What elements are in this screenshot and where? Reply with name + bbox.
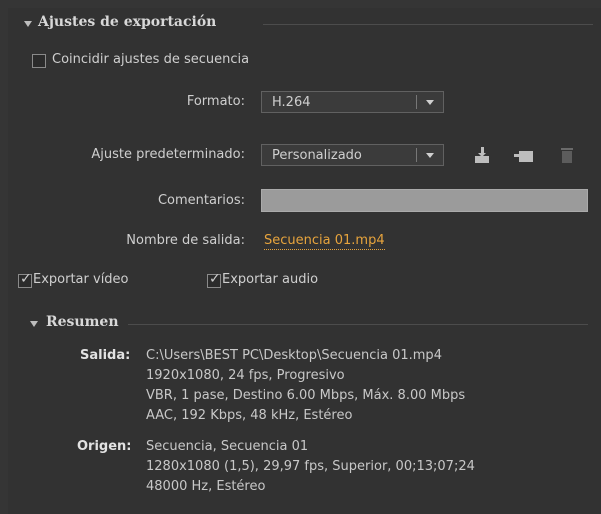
comments-field[interactable] <box>261 189 588 212</box>
output-name-label: Nombre de salida: <box>126 233 245 248</box>
source-line-3: 48000 Hz, Estéreo <box>146 479 266 494</box>
preset-select[interactable]: Personalizado <box>261 144 444 166</box>
collapse-triangle-icon[interactable] <box>30 321 38 327</box>
format-label: Formato: <box>186 94 245 109</box>
output-line-4: AAC, 192 Kbps, 48 kHz, Estéreo <box>146 408 353 423</box>
format-value: H.264 <box>272 95 311 110</box>
output-name-value: Secuencia 01.mp4 <box>264 233 385 250</box>
output-line-1: C:\Users\BEST PC\Desktop\Secuencia 01.mp… <box>146 348 442 363</box>
match-sequence-checkbox[interactable] <box>32 54 46 68</box>
chevron-down-icon <box>426 153 434 158</box>
save-preset-icon[interactable] <box>472 145 492 165</box>
section-divider <box>128 324 588 325</box>
chevron-down-icon <box>426 100 434 105</box>
export-audio-label: Exportar audio <box>222 272 319 287</box>
delete-preset-icon[interactable] <box>559 146 575 164</box>
output-name-link[interactable]: Secuencia 01.mp4 <box>264 233 385 250</box>
export-settings-title: Ajustes de exportación <box>38 14 217 30</box>
preset-value: Personalizado <box>272 148 362 163</box>
export-settings-panel: Ajustes de exportación Coincidir ajustes… <box>8 8 601 514</box>
select-separator <box>416 95 417 109</box>
collapse-triangle-icon[interactable] <box>24 21 32 27</box>
export-video-label: Exportar vídeo <box>33 272 129 287</box>
output-summary-label: Salida: <box>80 348 131 363</box>
source-line-1: Secuencia, Secuencia 01 <box>146 439 309 454</box>
format-select[interactable]: H.264 <box>261 91 444 113</box>
import-preset-icon[interactable] <box>513 145 535 165</box>
checkmark-icon: ✓ <box>20 271 32 287</box>
export-audio-checkbox[interactable]: ✓ <box>207 271 221 288</box>
output-line-2: 1920x1080, 24 fps, Progresivo <box>146 368 345 383</box>
preset-label: Ajuste predeterminado: <box>91 147 245 162</box>
checkmark-icon: ✓ <box>209 271 221 287</box>
summary-title: Resumen <box>46 314 119 330</box>
source-line-2: 1280x1080 (1,5), 29,97 fps, Superior, 00… <box>146 459 475 474</box>
export-video-checkbox[interactable]: ✓ <box>18 271 32 288</box>
select-separator <box>416 148 417 162</box>
match-sequence-label: Coincidir ajustes de secuencia <box>52 52 250 67</box>
output-line-3: VBR, 1 pase, Destino 6.00 Mbps, Máx. 8.0… <box>146 388 466 403</box>
source-summary-label: Origen: <box>77 439 132 454</box>
section-divider <box>263 24 593 25</box>
comments-label: Comentarios: <box>157 193 245 208</box>
